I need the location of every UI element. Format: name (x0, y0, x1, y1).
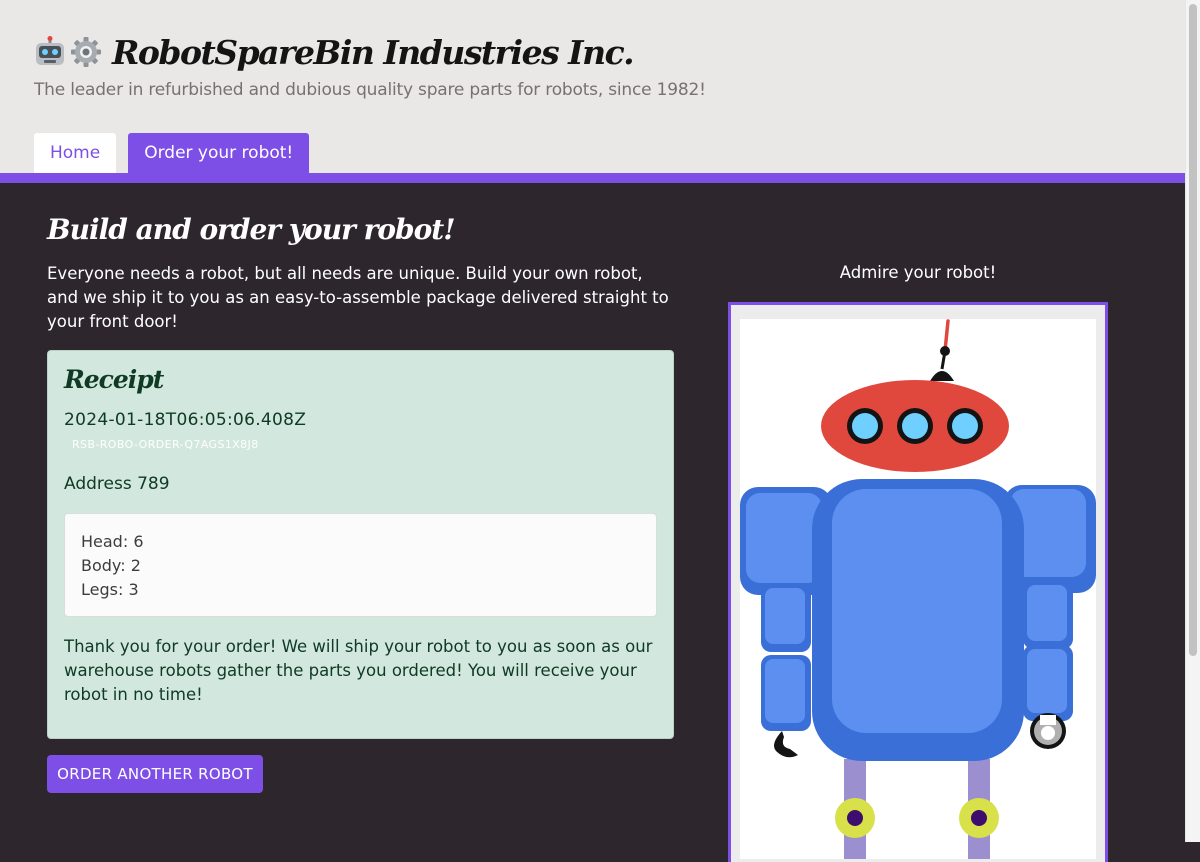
gear-icon (71, 37, 101, 67)
part-body: Body: 2 (81, 556, 141, 575)
page-scrollbar[interactable] (1185, 0, 1200, 842)
robot-preview-canvas (740, 319, 1096, 859)
site-tagline: The leader in refurbished and dubious qu… (34, 80, 706, 100)
receipt-title: Receipt (64, 365, 164, 394)
order-another-robot-button[interactable]: ORDER ANOTHER ROBOT (47, 755, 263, 793)
receipt-timestamp: 2024-01-18T06:05:06.408Z (64, 410, 307, 430)
robot-body (812, 479, 1024, 761)
part-legs: Legs: 3 (81, 580, 139, 599)
robot-face-icon (36, 36, 64, 65)
robot-legs (835, 759, 999, 859)
main-content: Build and order your robot! Everyone nee… (0, 183, 1185, 862)
site-title: RobotSpareBin Industries Inc. (112, 32, 635, 72)
robot-illustration (740, 319, 1096, 859)
site-header: RobotSpareBin Industries Inc. The leader… (0, 0, 1185, 175)
receipt-address: Address 789 (64, 474, 170, 494)
brand: RobotSpareBin Industries Inc. (34, 30, 635, 74)
tab-home[interactable]: Home (34, 133, 117, 173)
receipt-panel: Receipt 2024-01-18T06:05:06.408Z RSB-ROB… (47, 350, 674, 739)
scrollbar-thumb[interactable] (1189, 4, 1197, 656)
part-head: Head: 6 (81, 532, 144, 551)
page-title: Build and order your robot! (47, 213, 455, 246)
robot-preview-frame (728, 302, 1108, 862)
robot-preview-label: Admire your robot! (839, 263, 997, 282)
robot-antenna (930, 319, 954, 381)
main-nav: Home Order your robot! (34, 133, 310, 173)
nav-underline (0, 173, 1185, 183)
intro-text: Everyone needs a robot, but all needs ar… (47, 264, 669, 331)
robot-head (821, 380, 1009, 472)
tab-order-your-robot[interactable]: Order your robot! (128, 133, 310, 173)
thank-you-message: Thank you for your order! We will ship y… (64, 637, 653, 704)
order-id: RSB-ROBO-ORDER-Q7AGS1X8J8 (72, 438, 259, 451)
parts-summary: Head: 6 Body: 2 Legs: 3 (64, 513, 657, 617)
